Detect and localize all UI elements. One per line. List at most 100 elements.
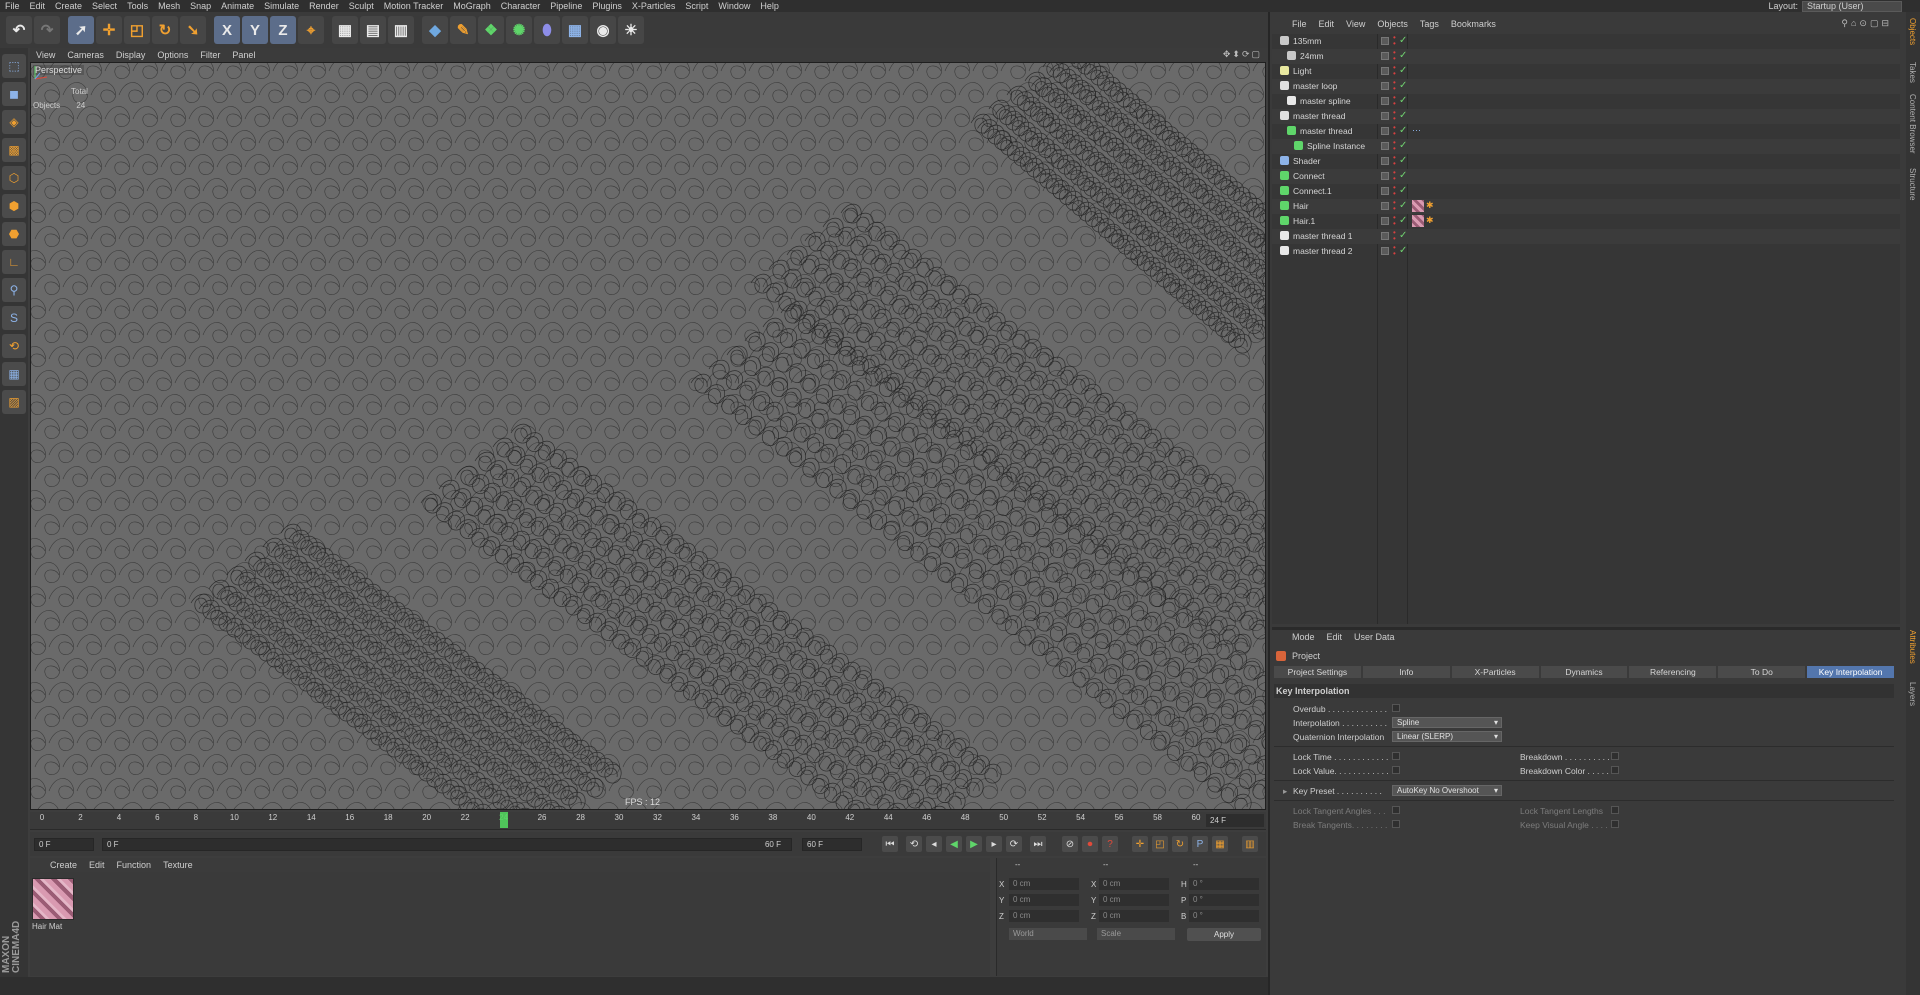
hair-tag-icon[interactable]: ✱ [1426, 200, 1434, 211]
next-key-icon[interactable]: ⟳ [1006, 836, 1022, 852]
material-tag-icon[interactable] [1412, 215, 1424, 227]
size-z-field[interactable]: 0 cm [1099, 910, 1169, 922]
object-row[interactable]: Shader • • ✓ [1272, 154, 1900, 169]
menu-character[interactable]: Character [496, 1, 546, 11]
layout-selector[interactable]: Layout: Startup (User) [1768, 0, 1902, 12]
menu-create[interactable]: Create [50, 1, 87, 11]
current-frame-field[interactable]: 24 F [1206, 814, 1264, 827]
menu-plugins[interactable]: Plugins [587, 1, 627, 11]
visibility-dots-icon[interactable]: • • [1393, 199, 1396, 213]
layer-checkbox[interactable] [1381, 82, 1389, 90]
size-mode-dropdown[interactable]: Scale [1097, 928, 1175, 940]
enabled-check-icon[interactable]: ✓ [1399, 125, 1407, 136]
layer-checkbox[interactable] [1381, 217, 1389, 225]
menu-snap[interactable]: Snap [185, 1, 216, 11]
end-frame-field[interactable]: 60 F [802, 838, 862, 851]
break-tangents-checkbox[interactable] [1392, 820, 1400, 828]
hair-material-thumbnail[interactable] [32, 878, 74, 920]
menu-pipeline[interactable]: Pipeline [545, 1, 587, 11]
menu-edit[interactable]: Edit [25, 1, 51, 11]
breakdown-checkbox[interactable] [1611, 752, 1619, 760]
visibility-dots-icon[interactable]: • • [1393, 34, 1396, 48]
size-y-field[interactable]: 0 cm [1099, 894, 1169, 906]
tab-project-settings[interactable]: Project Settings [1274, 666, 1361, 678]
go-to-end-icon[interactable]: ⏭ [1030, 836, 1046, 852]
object-row[interactable]: Spline Instance • • ✓ [1272, 139, 1900, 154]
polygons-mode-icon[interactable]: ⬣ [2, 222, 26, 246]
render-picture-viewer-icon[interactable]: ▤ [360, 16, 386, 44]
object-row[interactable]: master thread • • ✓ [1272, 109, 1900, 124]
object-row[interactable]: master spline • • ✓ [1272, 94, 1900, 109]
viewport-menu-panel[interactable]: Panel [232, 50, 255, 60]
enabled-check-icon[interactable]: ✓ [1399, 170, 1407, 181]
viewport-menu-display[interactable]: Display [116, 50, 146, 60]
layout-dropdown[interactable]: Startup (User) [1802, 0, 1902, 12]
solo-icon[interactable]: S [2, 306, 26, 330]
viewport-menu-view[interactable]: View [36, 50, 55, 60]
position-y-field[interactable]: 0 cm [1009, 894, 1079, 906]
previous-key-icon[interactable]: ⟲ [906, 836, 922, 852]
am-menu-edit[interactable]: Edit [1327, 632, 1343, 642]
render-view-icon[interactable]: ▦ [332, 16, 358, 44]
vtab-content-browser[interactable]: Content Browser [1908, 94, 1917, 154]
material-menu-function[interactable]: Function [117, 860, 152, 870]
rotation-key-icon[interactable]: ↻ [1172, 836, 1188, 852]
vtab-structure[interactable]: Structure [1908, 168, 1917, 200]
move-icon[interactable]: ✛ [96, 16, 122, 44]
visibility-dots-icon[interactable]: • • [1393, 214, 1396, 228]
tab-x-particles[interactable]: X-Particles [1451, 666, 1539, 678]
redo-icon[interactable]: ↷ [34, 16, 60, 44]
parameter-key-icon[interactable]: P [1192, 836, 1208, 852]
x-axis-icon[interactable]: X [214, 16, 240, 44]
om-menu-tags[interactable]: Tags [1420, 19, 1439, 29]
visibility-dots-icon[interactable]: • • [1393, 109, 1396, 123]
y-axis-icon[interactable]: Y [242, 16, 268, 44]
layer-checkbox[interactable] [1381, 142, 1389, 150]
menu-script[interactable]: Script [680, 1, 713, 11]
timeline-window-icon[interactable]: ▥ [1242, 836, 1258, 852]
tab-info[interactable]: Info [1362, 666, 1450, 678]
enabled-check-icon[interactable]: ✓ [1399, 155, 1407, 166]
apply-button[interactable]: Apply [1187, 928, 1261, 941]
object-row[interactable]: master thread 1 • • ✓ [1272, 229, 1900, 244]
axis-mode-icon[interactable]: ∟ [2, 250, 26, 274]
lock-value-checkbox[interactable] [1392, 766, 1400, 774]
enabled-check-icon[interactable]: ✓ [1399, 50, 1407, 61]
breakdown-color-checkbox[interactable] [1611, 766, 1619, 774]
visibility-dots-icon[interactable]: • • [1393, 169, 1396, 183]
previous-frame-icon[interactable]: ◂ [926, 836, 942, 852]
lock-time-checkbox[interactable] [1392, 752, 1400, 760]
object-row[interactable]: master thread • • ✓ ⋯ [1272, 124, 1900, 139]
planar-workplane-icon[interactable]: ▨ [2, 390, 26, 414]
layer-checkbox[interactable] [1381, 202, 1389, 210]
position-z-field[interactable]: 0 cm [1009, 910, 1079, 922]
object-row[interactable]: master thread 2 • • ✓ [1272, 244, 1900, 259]
object-row[interactable]: Light • • ✓ [1272, 64, 1900, 79]
scale-icon[interactable]: ◰ [124, 16, 150, 44]
rotation-p-field[interactable]: 0 ° [1189, 894, 1259, 906]
tab-key-interpolation[interactable]: Key Interpolation [1807, 666, 1895, 678]
layer-checkbox[interactable] [1381, 67, 1389, 75]
visibility-dots-icon[interactable]: • • [1393, 94, 1396, 108]
layer-checkbox[interactable] [1381, 97, 1389, 105]
menu-mograph[interactable]: MoGraph [448, 1, 496, 11]
menu-help[interactable]: Help [755, 1, 784, 11]
timeline-ruler[interactable]: 0 2 4 6 8 10 12 14 16 18 20 22 24 26 28 30 32 34 36 38 40 42 4… [30, 812, 1266, 830]
live-select-icon[interactable]: ➘ [180, 16, 206, 44]
layer-checkbox[interactable] [1381, 157, 1389, 165]
layer-checkbox[interactable] [1381, 52, 1389, 60]
tab-dynamics[interactable]: Dynamics [1540, 666, 1628, 678]
key-preset-dropdown[interactable]: AutoKey No Overshoot [1392, 785, 1502, 796]
record-active-objects-icon[interactable]: ⊘ [1062, 836, 1078, 852]
enabled-check-icon[interactable]: ✓ [1399, 80, 1407, 91]
layer-checkbox[interactable] [1381, 127, 1389, 135]
lock-tangent-angles-checkbox[interactable] [1392, 806, 1400, 814]
visibility-dots-icon[interactable]: • • [1393, 244, 1396, 258]
om-menu-objects[interactable]: Objects [1377, 19, 1408, 29]
enabled-check-icon[interactable]: ✓ [1399, 200, 1407, 211]
undo-icon[interactable]: ↶ [6, 16, 32, 44]
viewport-menu-options[interactable]: Options [157, 50, 188, 60]
layer-checkbox[interactable] [1381, 112, 1389, 120]
camera-icon[interactable]: ◉ [590, 16, 616, 44]
z-axis-icon[interactable]: Z [270, 16, 296, 44]
